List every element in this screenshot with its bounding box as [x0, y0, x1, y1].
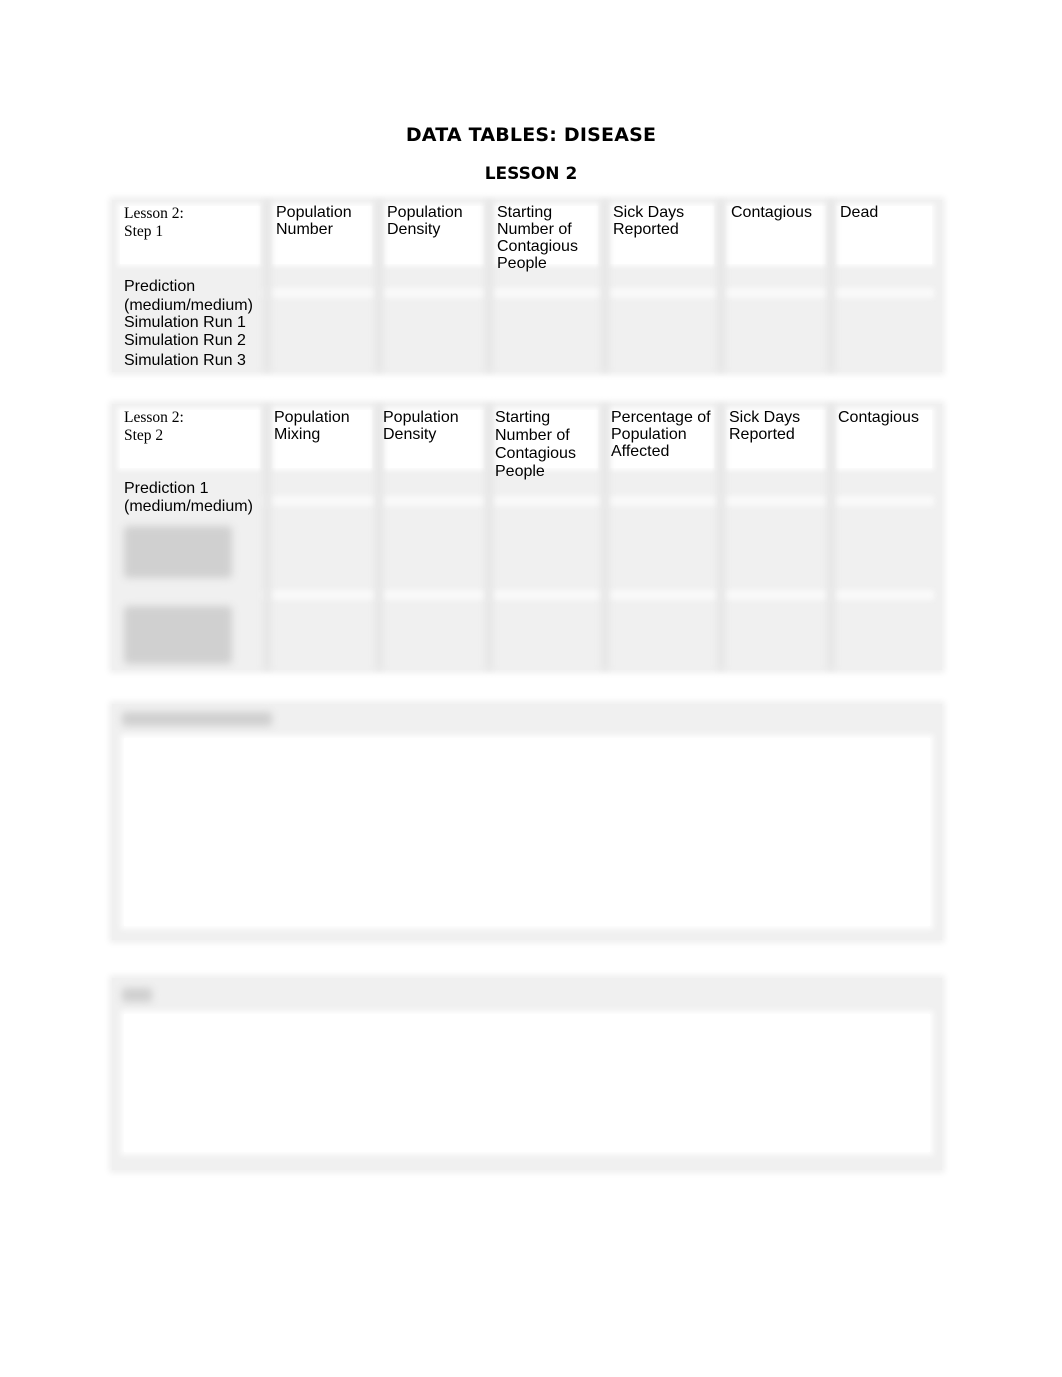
row-label: Prediction 1 (medium/medium)	[124, 480, 253, 515]
table-corner-label: Lesson 2: Step 2	[124, 409, 184, 444]
row-label: Prediction (medium/medium)	[124, 278, 253, 314]
row-label: Simulation Run 2	[124, 332, 246, 349]
column-divider	[484, 404, 494, 670]
column-divider	[374, 200, 384, 372]
obscured-row-labels	[124, 526, 232, 578]
table-corner-label: Lesson 2: Step 1	[124, 205, 184, 240]
column-header: Contagious	[731, 204, 812, 221]
response-box-2	[112, 978, 942, 1170]
data-table-step-1: Lesson 2: Step 1 Population Number Popul…	[112, 200, 942, 372]
column-divider	[600, 404, 610, 670]
obscured-box-label	[122, 988, 152, 1002]
document-title: DATA TABLES: DISEASE	[405, 124, 657, 146]
column-header: Population Mixing	[274, 409, 350, 443]
column-divider	[600, 200, 610, 372]
column-header: Percentage of Population Affected	[611, 409, 711, 460]
response-area[interactable]	[124, 738, 930, 926]
response-area[interactable]	[124, 1014, 930, 1152]
obscured-row-labels	[124, 606, 232, 664]
column-divider	[716, 200, 726, 372]
column-header: Sick Days Reported	[729, 409, 801, 443]
response-box-1	[112, 704, 942, 940]
column-header: Starting Number of Contagious People	[497, 204, 578, 272]
column-divider	[374, 404, 384, 670]
column-header: Population Density	[383, 409, 459, 443]
column-header: Population Number	[276, 204, 352, 238]
column-divider	[716, 404, 726, 670]
row-label: Simulation Run 3	[124, 352, 246, 369]
column-divider	[262, 404, 272, 670]
column-divider	[484, 200, 494, 372]
column-header: Population Density	[387, 204, 463, 238]
column-header: Starting Number of Contagious People	[495, 409, 576, 480]
column-divider	[826, 404, 836, 670]
column-divider	[826, 200, 836, 372]
column-divider	[262, 200, 272, 372]
row-label: Simulation Run 1	[124, 314, 246, 331]
document-subtitle: LESSON 2	[484, 164, 578, 184]
column-header: Sick Days Reported	[613, 204, 685, 238]
column-header: Dead	[840, 204, 879, 221]
data-table-step-2: Lesson 2: Step 2 Population Mixing Popul…	[112, 404, 942, 670]
column-header: Contagious	[838, 409, 919, 426]
obscured-box-label	[122, 712, 272, 726]
